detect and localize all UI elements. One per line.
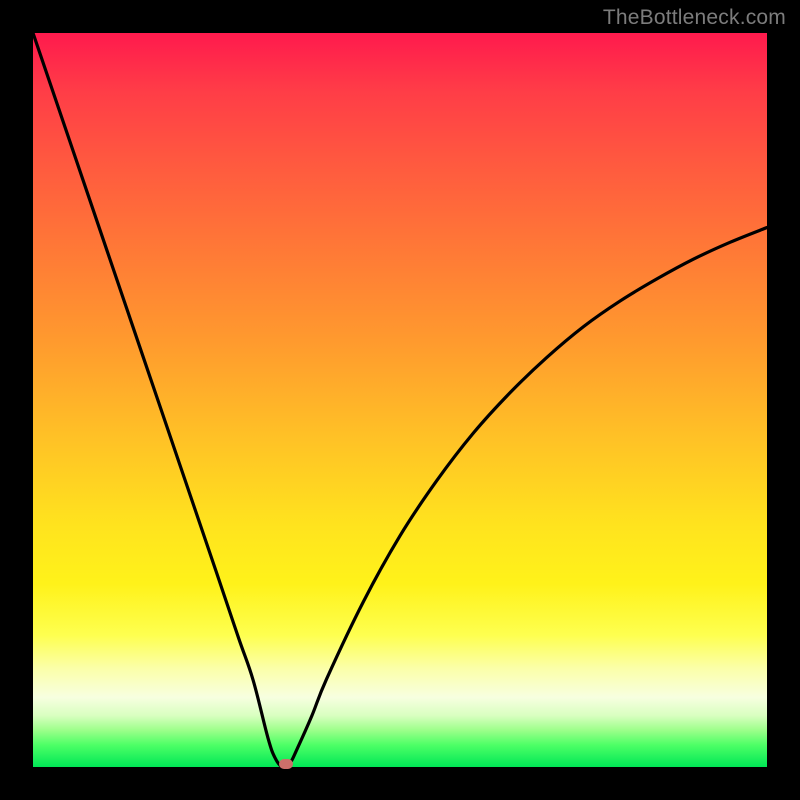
chart-frame: TheBottleneck.com (0, 0, 800, 800)
curve-path (33, 33, 767, 767)
bottleneck-curve (33, 33, 767, 767)
optimal-point-marker (279, 759, 293, 769)
watermark-text: TheBottleneck.com (603, 6, 786, 30)
